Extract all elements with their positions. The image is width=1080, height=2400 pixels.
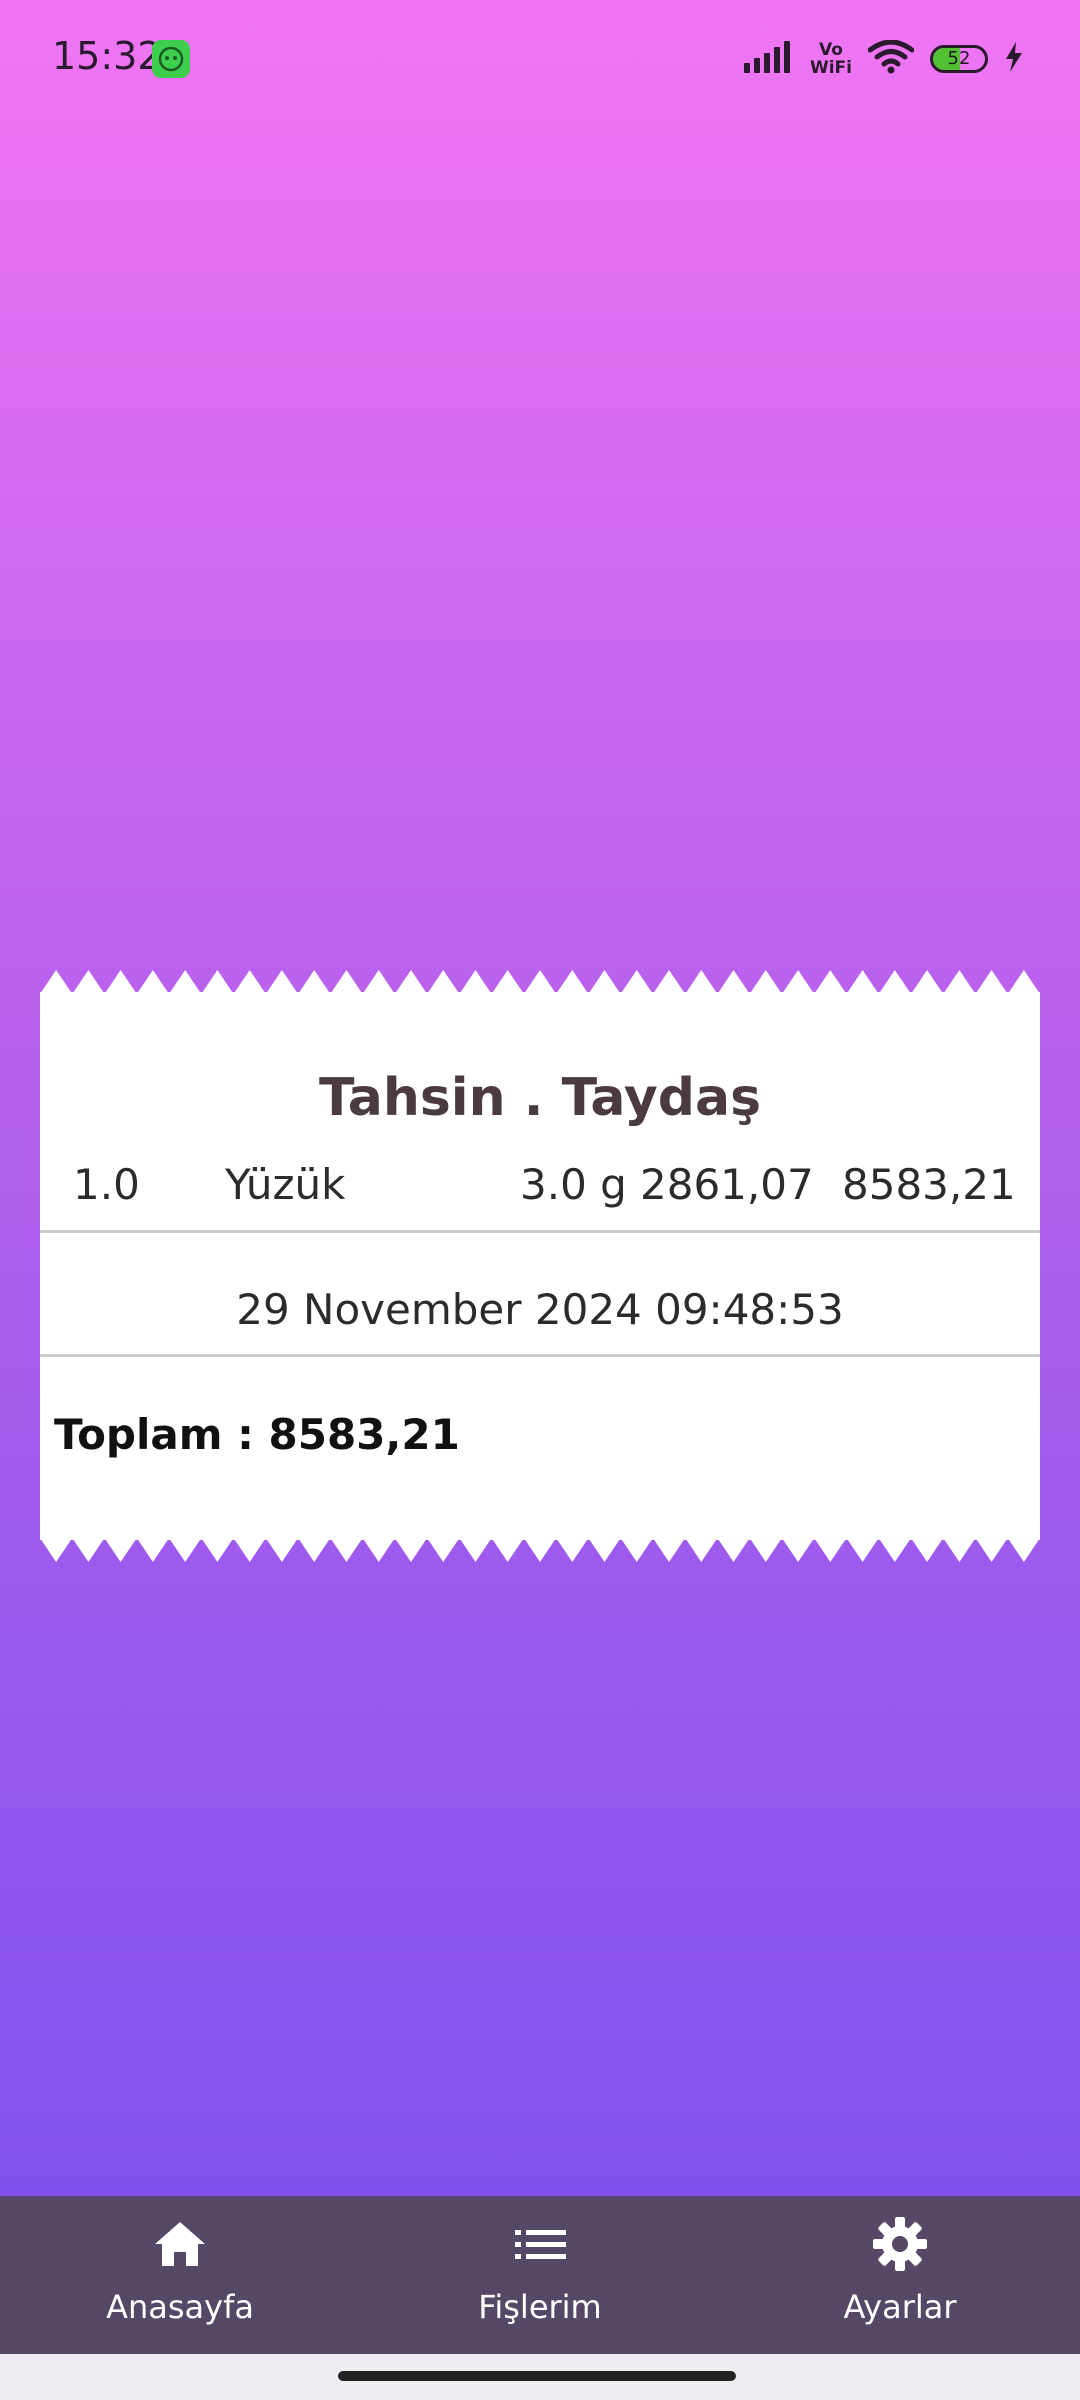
vowifi-line1: Vo [819, 40, 843, 60]
status-icons: Vo WiFi 52 [743, 36, 1024, 82]
item-unit-price: 2861,07 [640, 1160, 814, 1209]
battery-level: 52 [947, 48, 971, 69]
item-total: 8583,21 [842, 1160, 1016, 1209]
receipt-torn-bottom-edge [40, 1538, 1040, 1562]
receipt-total: Toplam : 8583,21 [54, 1410, 460, 1459]
signal-bars-icon [743, 41, 794, 77]
divider [40, 1354, 1040, 1357]
nav-label-home: Anasayfa [106, 2288, 254, 2326]
item-quantity: 1.0 [73, 1160, 140, 1209]
app-screen: 15:32 Vo WiFi 52 Tahsin . Taydaş 1.0 Yüz… [0, 0, 1080, 2400]
home-gesture-bar[interactable] [338, 2371, 736, 2381]
status-time: 15:32 [52, 34, 162, 78]
receipt-customer-name: Tahsin . Taydaş [318, 1068, 762, 1128]
lightning-icon [1004, 42, 1024, 76]
receipt-item-row: 1.0 Yüzük 3.0 g 2861,07 8583,21 [40, 1160, 1040, 1240]
nav-item-home[interactable]: Anasayfa [0, 2196, 360, 2354]
receipt-date: 29 November 2024 09:48:53 [236, 1285, 844, 1334]
vowifi-indicator: Vo WiFi [810, 41, 852, 77]
list-icon [512, 2216, 568, 2272]
nav-label-receipts: Fişlerim [478, 2288, 602, 2326]
nav-item-receipts[interactable]: Fişlerim [360, 2196, 720, 2354]
nav-label-settings: Ayarlar [843, 2288, 957, 2326]
item-name: Yüzük [225, 1160, 346, 1209]
item-weight: 3.0 g [520, 1160, 627, 1209]
receipt-body: Tahsin . Taydaş 1.0 Yüzük 3.0 g 2861,07 … [40, 992, 1040, 1540]
battery-icon: 52 [930, 45, 988, 73]
bottom-navigation: Anasayfa Fişlerim Ayarlar [0, 2196, 1080, 2354]
home-icon [152, 2216, 208, 2272]
receipt-card[interactable]: Tahsin . Taydaş 1.0 Yüzük 3.0 g 2861,07 … [40, 970, 1040, 1562]
gesture-area [0, 2354, 1080, 2400]
nav-item-settings[interactable]: Ayarlar [720, 2196, 1080, 2354]
divider [40, 1230, 1040, 1233]
wifi-icon [867, 39, 915, 78]
gear-icon [872, 2216, 928, 2272]
android-notification-icon [152, 40, 190, 78]
vowifi-line2: WiFi [809, 58, 852, 78]
receipt-torn-top-edge [40, 970, 1040, 994]
status-bar: 15:32 Vo WiFi 52 [0, 0, 1080, 110]
